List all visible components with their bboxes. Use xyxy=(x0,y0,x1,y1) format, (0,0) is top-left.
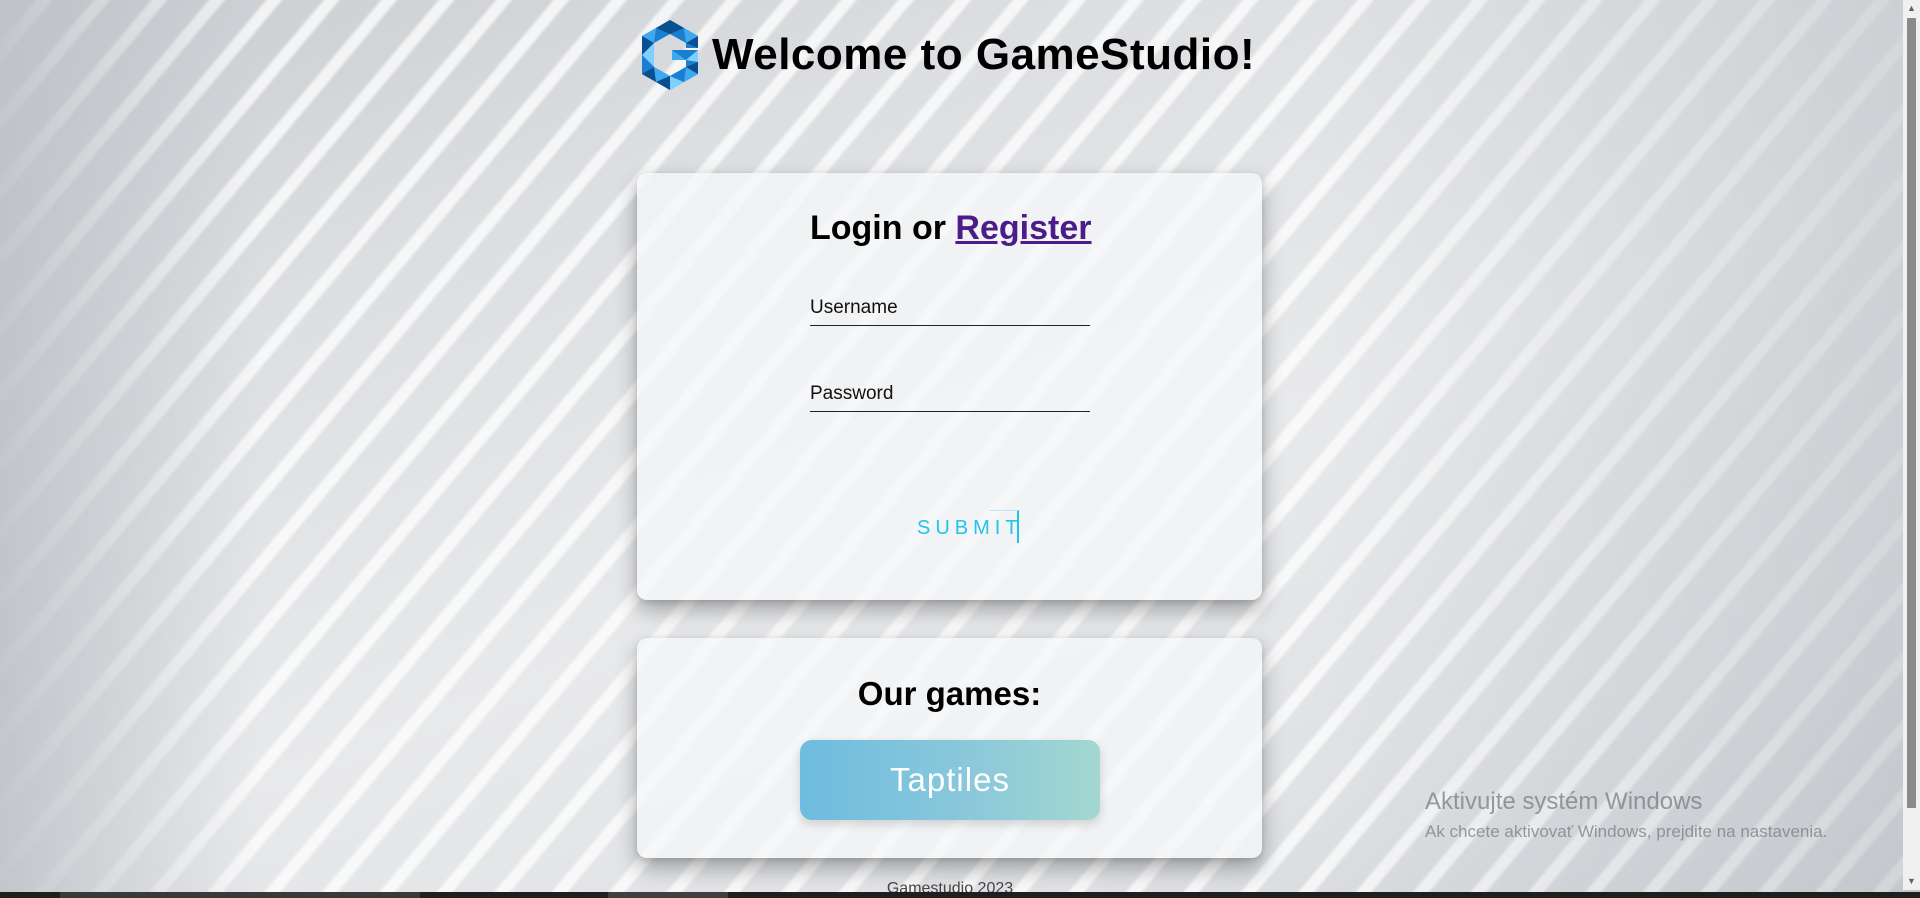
password-field-wrapper xyxy=(810,383,1090,412)
password-input[interactable] xyxy=(810,383,1090,411)
submit-corner-decoration xyxy=(989,510,1019,543)
submit-button[interactable]: SUBMIT xyxy=(897,510,1019,546)
gamestudio-logo-icon xyxy=(642,20,698,90)
page-title: Welcome to GameStudio! xyxy=(712,30,1256,79)
taskbar xyxy=(0,892,1920,898)
games-heading: Our games: xyxy=(857,675,1042,712)
login-card: Login or Register SUBMIT xyxy=(637,173,1262,600)
windows-activation-watermark: Aktivujte systém Windows Ak chcete aktiv… xyxy=(1425,788,1827,842)
taskbar-item[interactable] xyxy=(60,892,420,898)
username-input[interactable] xyxy=(810,297,1090,325)
page-header: Welcome to GameStudio! xyxy=(638,18,1255,92)
scroll-up-arrow-icon[interactable]: ▲ xyxy=(1903,0,1920,17)
login-heading-text: Login or xyxy=(810,209,946,247)
scrollbar-thumb[interactable] xyxy=(1907,18,1916,808)
register-link[interactable]: Register xyxy=(955,209,1091,247)
taskbar-item[interactable] xyxy=(608,892,728,898)
game-button-taptiles[interactable]: Taptiles xyxy=(800,740,1100,820)
username-field-wrapper xyxy=(810,297,1090,326)
background-shade-left xyxy=(0,0,260,898)
games-card: Our games: Taptiles xyxy=(637,638,1262,858)
watermark-title: Aktivujte systém Windows xyxy=(1425,788,1703,815)
scroll-down-arrow-icon[interactable]: ▼ xyxy=(1903,873,1920,890)
watermark-subtitle: Ak chcete aktivovať Windows, prejdite na… xyxy=(1425,822,1828,841)
vertical-scrollbar[interactable]: ▲ ▼ xyxy=(1903,0,1920,890)
login-heading: Login or Register xyxy=(810,209,1091,248)
background-shade-right xyxy=(1320,0,1920,898)
